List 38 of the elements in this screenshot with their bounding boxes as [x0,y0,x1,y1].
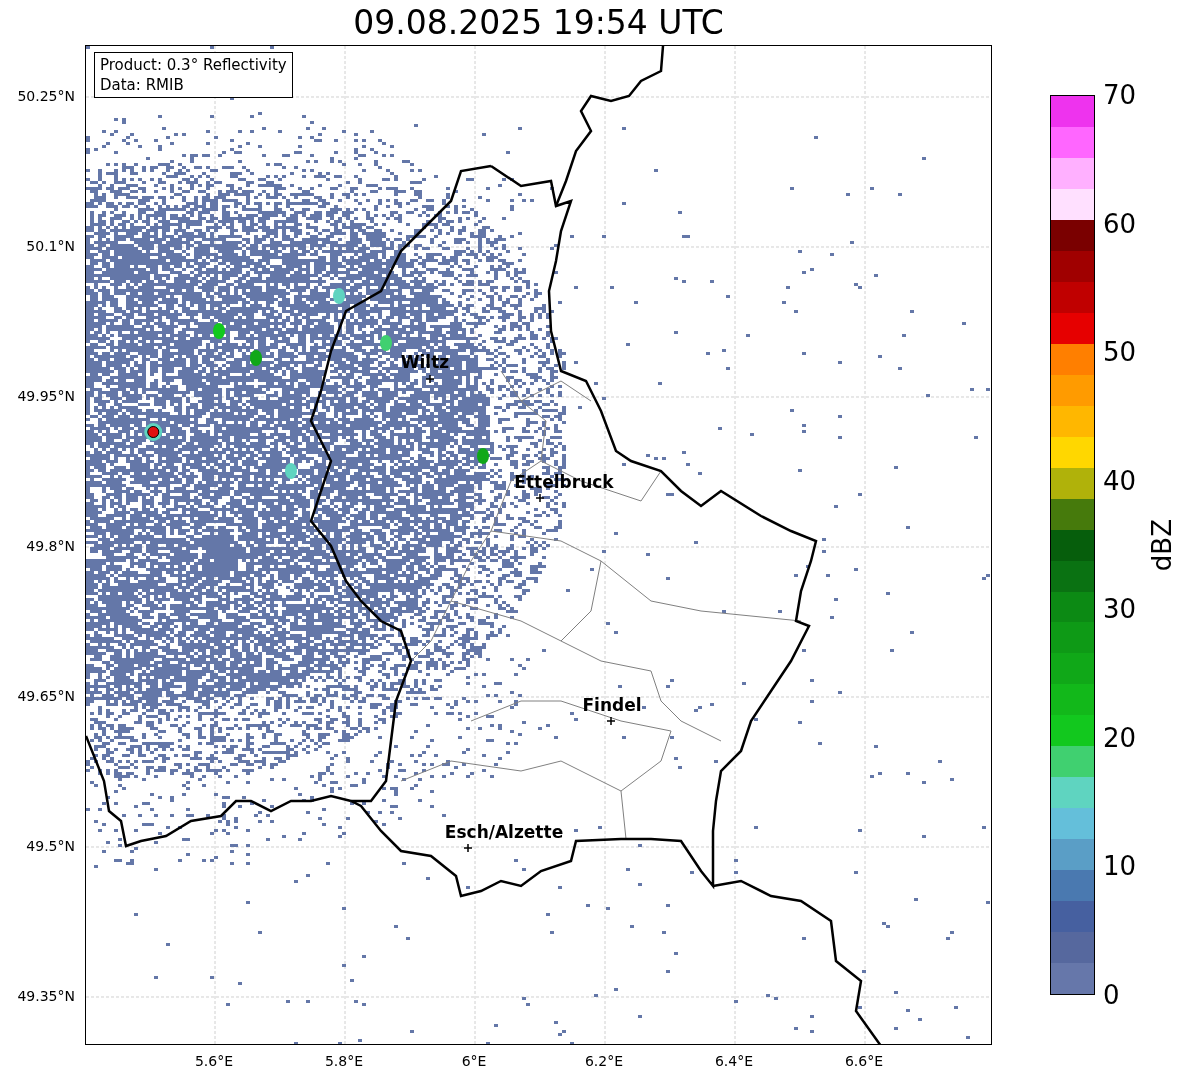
longitude-label: 5.8°E [324,1053,364,1069]
latitude-label: 49.8°N [26,538,75,554]
latitude-label: 49.95°N [17,388,75,404]
latitude-label: 50.25°N [17,88,75,104]
city-marker-icon [425,374,435,384]
latitude-label: 50.1°N [26,238,75,254]
echo-spot [477,448,489,464]
echo-spot [285,463,297,479]
echo-spot [250,350,262,366]
scale-tick-label: 10 [1103,851,1137,882]
info-text: Data: RMIB [100,75,185,95]
city-marker-icon [463,843,473,853]
city-label: Findel [582,695,642,715]
scale-tick-label: 20 [1103,722,1137,753]
scale-tick-label: 30 [1103,594,1137,625]
latitude-label: 49.35°N [17,988,75,1004]
city-marker-icon [535,493,545,503]
city-marker-icon [606,716,616,726]
latitude-label: 49.5°N [26,838,75,854]
longitude-label: 6.6°E [844,1053,884,1069]
latitude-label: 49.65°N [17,688,75,704]
longitude-label: 6°E [461,1053,487,1069]
longitude-label: 6.4°E [714,1053,754,1069]
scale-tick-label: 40 [1103,465,1137,496]
scale-tick-label: 0 [1103,980,1120,1010]
radar-site-icon [144,423,163,441]
info-text: Product: 0.3° Reflectivity [100,55,287,75]
longitude-label: 6.2°E [584,1053,624,1069]
scale-tick-label: 70 [1103,80,1137,110]
map-title: 09.08.2025 19:54 UTC [353,3,724,42]
echo-spot [380,335,392,351]
scale-tick-label: 50 [1103,337,1137,368]
echo-spot [333,288,345,304]
city-label: Esch/Alzette [444,822,564,842]
unit-label: dBZ [1147,518,1177,572]
scale-tick-label: 60 [1103,208,1137,239]
longitude-label: 5.6°E [194,1053,234,1069]
echo-spot [213,323,225,339]
